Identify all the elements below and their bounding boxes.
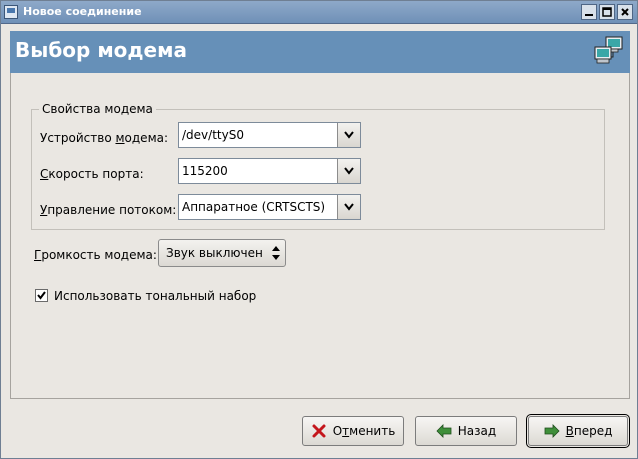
flow-control-value: Аппаратное (CRTSCTS) (182, 200, 326, 214)
device-label: Устройство модема: (40, 131, 169, 145)
new-connection-window: Новое соединение Выбор модема Свойства м… (0, 0, 638, 459)
chevron-down-icon (344, 167, 354, 175)
chevron-down-icon (344, 131, 354, 139)
modem-volume-option-menu[interactable]: Звук выключен (158, 239, 286, 267)
network-computers-icon (594, 36, 623, 64)
port-speed-value: 115200 (182, 164, 228, 178)
modem-volume-value: Звук выключен (166, 246, 263, 260)
maximize-icon (602, 7, 612, 17)
minimize-button[interactable] (581, 4, 597, 20)
maximize-button[interactable] (599, 4, 615, 20)
modem-properties-legend: Свойства модема (39, 102, 156, 116)
flow-control-dropdown-button[interactable] (337, 195, 360, 219)
page-banner: Выбор модема (10, 31, 630, 73)
device-combo[interactable]: /dev/ttyS0 (178, 122, 361, 148)
chevron-down-icon (344, 203, 354, 211)
up-down-arrows-icon (272, 246, 280, 260)
checkmark-icon (37, 291, 46, 300)
title-bar[interactable]: Новое соединение (1, 1, 637, 24)
page-title: Выбор модема (15, 38, 187, 62)
window-app-icon (4, 5, 18, 19)
flow-control-label: Управление потоком: (40, 203, 177, 217)
back-button[interactable]: Назад (415, 416, 517, 446)
cancel-button[interactable]: Отменить (302, 416, 404, 446)
minimize-icon (585, 14, 593, 16)
port-speed-dropdown-button[interactable] (337, 159, 360, 183)
flow-control-combo[interactable]: Аппаратное (CRTSCTS) (178, 194, 361, 220)
window-title: Новое соединение (23, 5, 142, 18)
device-dropdown-button[interactable] (337, 123, 360, 147)
cancel-x-icon (312, 424, 326, 438)
forward-button[interactable]: Вперед (526, 414, 630, 448)
close-icon (621, 8, 629, 16)
back-button-label: Назад (457, 424, 497, 438)
touch-tone-label[interactable]: Использовать тональный набор (54, 289, 256, 303)
arrow-left-icon (436, 424, 452, 438)
close-button[interactable] (617, 4, 633, 20)
forward-button-label: Вперед (565, 424, 613, 438)
cancel-button-label: Отменить (332, 424, 396, 438)
touch-tone-checkbox[interactable] (35, 289, 48, 302)
arrow-right-icon (544, 424, 560, 438)
port-speed-label: Скорость порта: (40, 167, 144, 181)
port-speed-combo[interactable]: 115200 (178, 158, 361, 184)
device-value: /dev/ttyS0 (182, 128, 244, 142)
modem-volume-label: Громкость модема: (34, 248, 157, 262)
